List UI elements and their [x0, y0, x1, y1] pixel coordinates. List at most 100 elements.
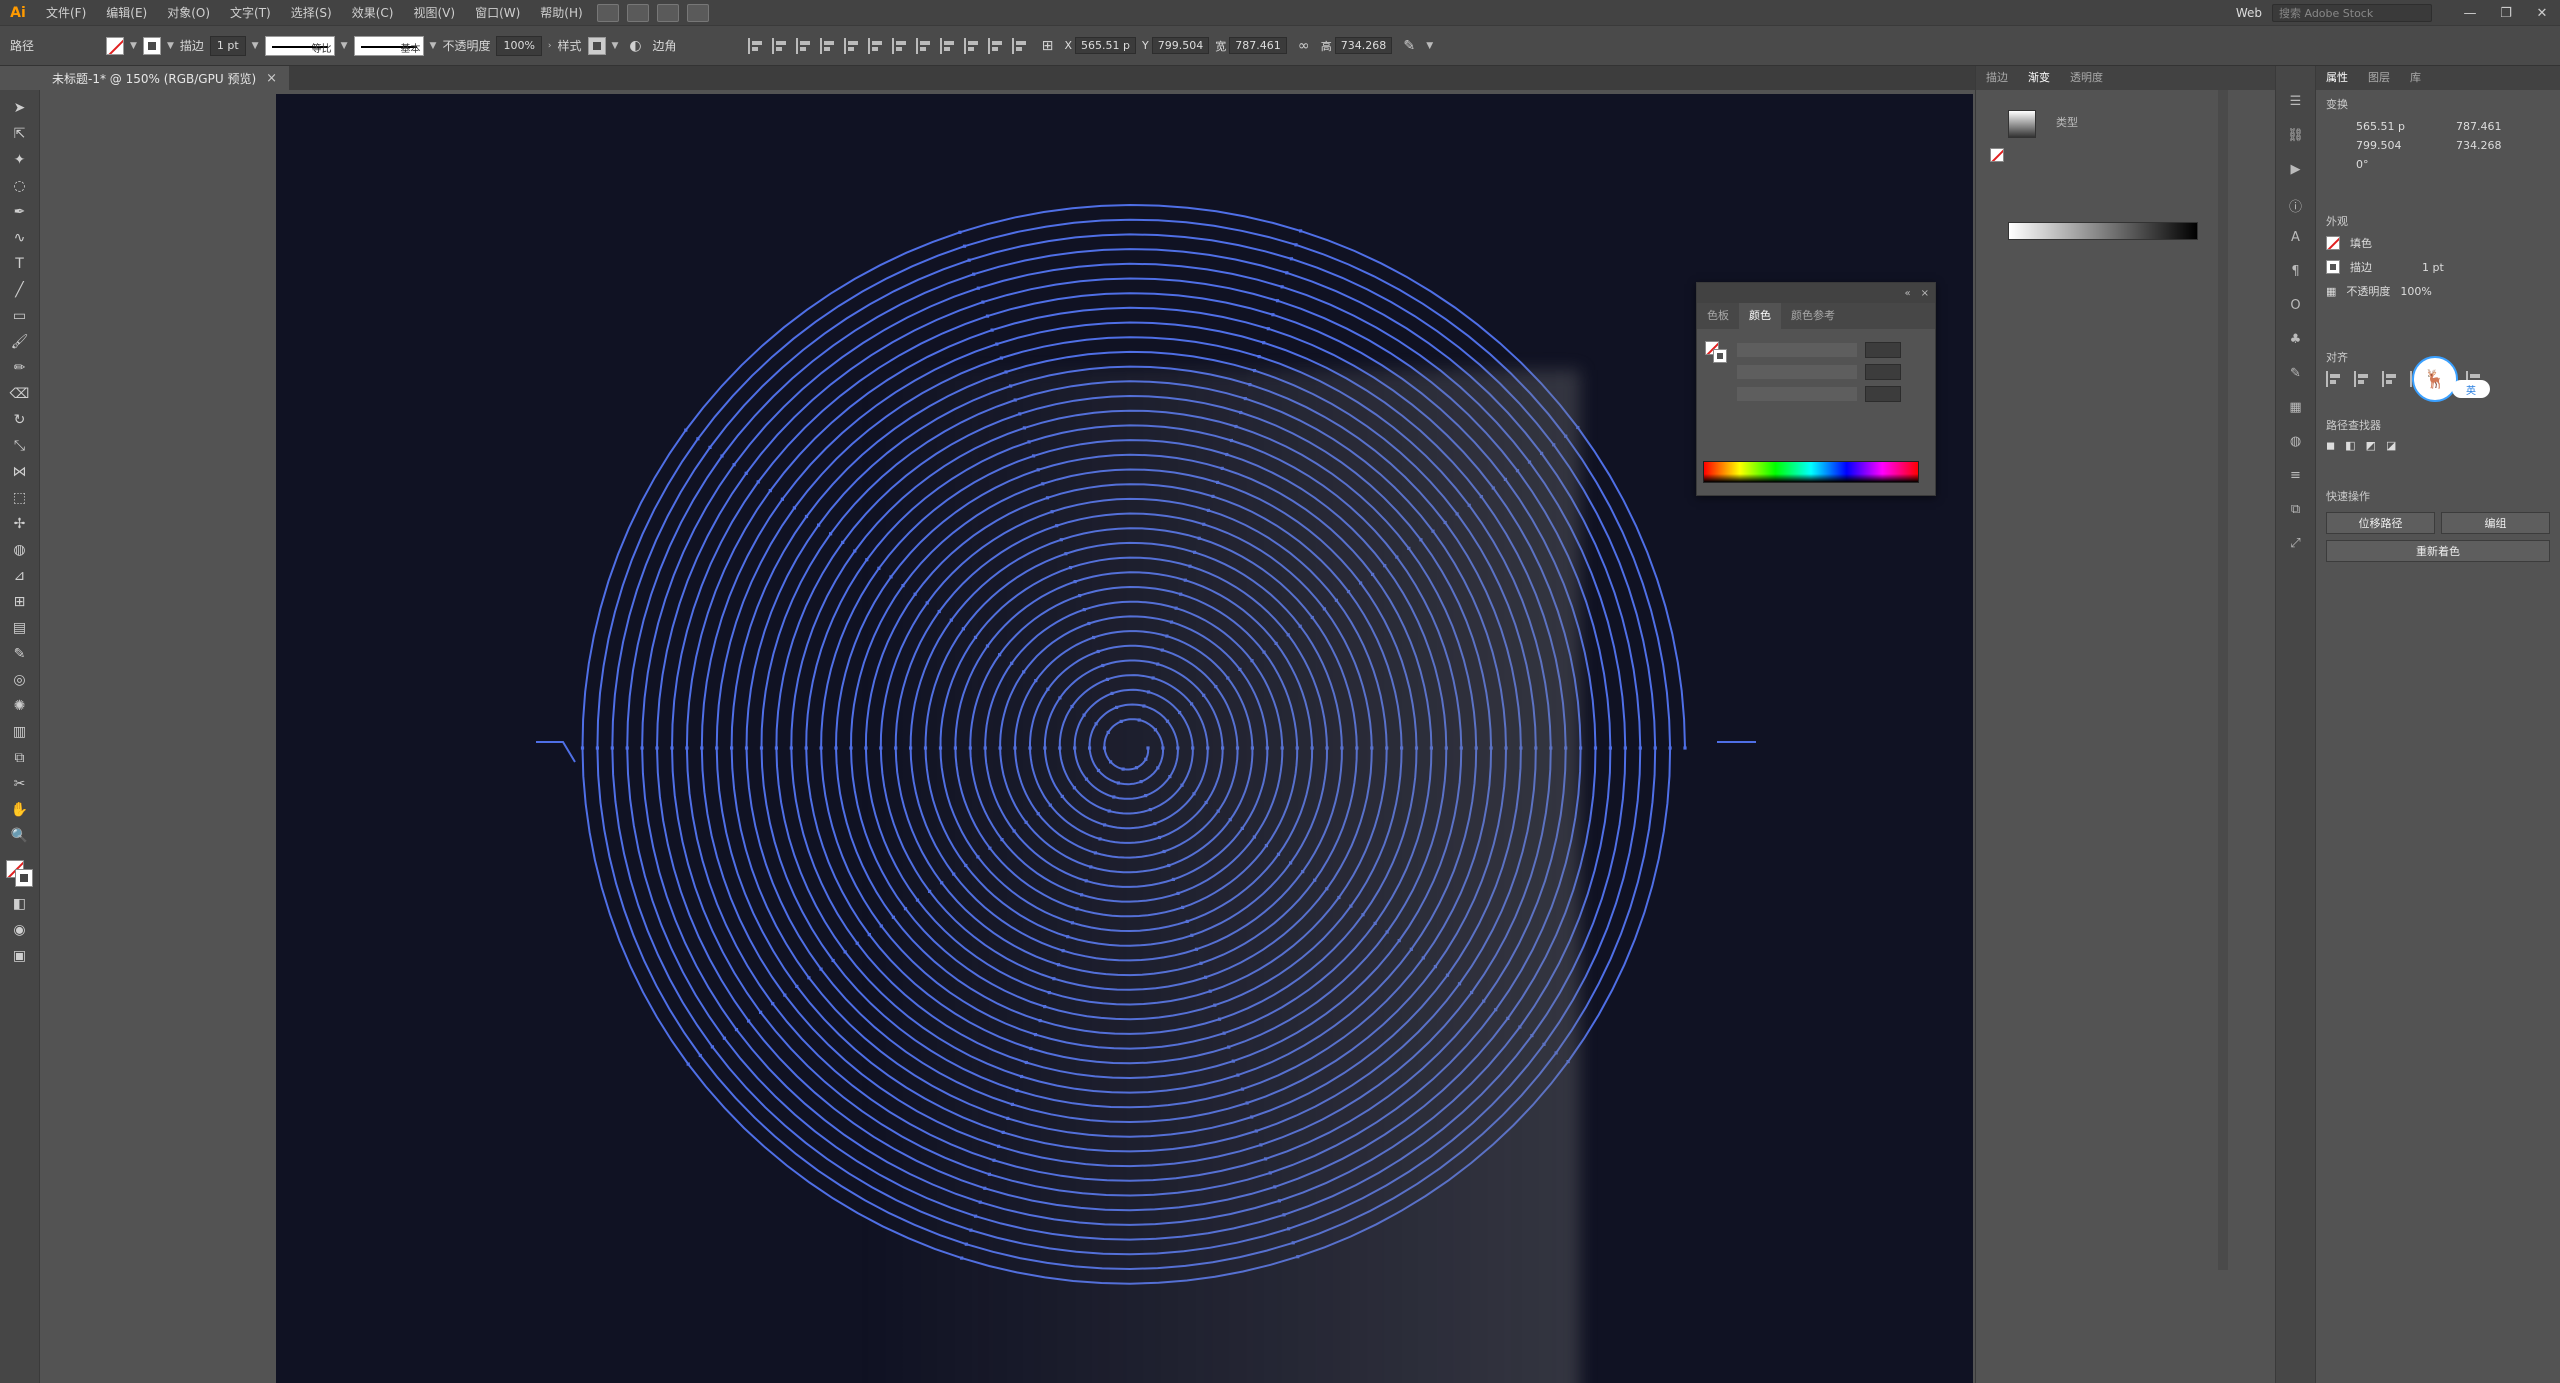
color-stroke-swatch[interactable] [1713, 349, 1727, 363]
blend-tool-icon[interactable]: ◎ [9, 670, 31, 690]
perspective-grid-tool-icon[interactable]: ⊿ [9, 566, 31, 586]
actions-icon[interactable]: ▶ [2287, 162, 2305, 180]
canvas-area[interactable] [40, 90, 1975, 1383]
stroke-swatch[interactable] [142, 36, 161, 55]
x-input[interactable]: 565.51 p [1075, 37, 1136, 54]
fill-stroke-control[interactable] [5, 860, 34, 888]
appearance-icon[interactable]: ◍ [2287, 434, 2305, 452]
slice-tool-icon[interactable]: ✂ [9, 774, 31, 794]
gradient-type-label[interactable]: 类型 [2056, 114, 2078, 130]
type-tool-icon[interactable]: T [9, 254, 31, 274]
menu-edit[interactable]: 编辑(E) [96, 0, 157, 26]
symbols-icon[interactable]: ♣ [2287, 332, 2305, 350]
column-graph-tool-icon[interactable]: ▥ [9, 722, 31, 742]
distribute-bottom-icon[interactable] [940, 37, 958, 54]
prop-angle-value[interactable]: 0° [2356, 158, 2446, 171]
prop-stroke-swatch[interactable] [2326, 260, 2340, 274]
color-slider[interactable] [1737, 343, 1857, 357]
pen-tool-icon[interactable]: ✒ [9, 202, 31, 222]
eraser-tool-icon[interactable]: ⌫ [9, 384, 31, 404]
reference-point-icon[interactable]: ⊞ [1036, 36, 1058, 56]
distribute-vcenter-icon[interactable] [916, 37, 934, 54]
color-panel[interactable]: « × 色板 颜色 颜色参考 [1696, 282, 1936, 496]
menu-object[interactable]: 对象(O) [157, 0, 220, 26]
arrange-documents-icon[interactable] [656, 3, 679, 22]
minus-front-icon[interactable]: ◧ [2345, 439, 2355, 452]
distribute-left-icon[interactable] [964, 37, 982, 54]
color-value-input[interactable] [1865, 364, 1901, 380]
shape-builder-tool-icon[interactable]: ◍ [9, 540, 31, 560]
opentype-icon[interactable]: O [2287, 298, 2305, 316]
tab-color-guide[interactable]: 颜色参考 [1781, 303, 1845, 329]
collapse-icon[interactable]: « [1904, 288, 1910, 299]
rotate-tool-icon[interactable]: ↻ [9, 410, 31, 430]
prop-opacity-value[interactable]: 100% [2400, 285, 2431, 298]
links-icon[interactable]: ⛓ [2287, 128, 2305, 146]
character-icon[interactable]: A [2287, 230, 2305, 248]
menu-help[interactable]: 帮助(H) [530, 0, 592, 26]
magic-wand-tool-icon[interactable]: ✦ [9, 150, 31, 170]
color-value-input[interactable] [1865, 342, 1901, 358]
opacity-label[interactable]: 不透明度 [442, 37, 490, 54]
chevron-down-icon[interactable]: ▼ [167, 41, 174, 51]
prop-align-right-icon[interactable] [2382, 371, 2400, 387]
close-panel-icon[interactable]: × [1921, 288, 1929, 299]
tab-color[interactable]: 颜色 [1739, 303, 1781, 329]
stroke-label[interactable]: 描边 [180, 37, 204, 54]
tab-transparency[interactable]: 透明度 [2060, 66, 2113, 90]
paragraph-icon[interactable]: ¶ [2287, 264, 2305, 282]
artboards-icon[interactable]: ⧉ [2287, 502, 2305, 520]
height-input[interactable]: 734.268 [1334, 37, 1393, 54]
symbol-sprayer-tool-icon[interactable]: ✺ [9, 696, 31, 716]
menu-type[interactable]: 文字(T) [220, 0, 281, 26]
line-tool-icon[interactable]: ╱ [9, 280, 31, 300]
recolor-icon[interactable]: ◐ [624, 36, 646, 56]
selection-tool-icon[interactable]: ➤ [9, 98, 31, 118]
drawing-mode-icon[interactable]: ◉ [9, 920, 31, 940]
puppet-warp-tool-icon[interactable]: ✢ [9, 514, 31, 534]
opacity-row[interactable]: ▦ 不透明度 100% [2316, 279, 2560, 303]
document-tab[interactable]: 未标题-1* @ 150% (RGB/GPU 预览) × [40, 66, 290, 90]
width-tool-icon[interactable]: ⋈ [9, 462, 31, 482]
menu-effect[interactable]: 效果(C) [342, 0, 404, 26]
prop-fill-swatch[interactable] [2326, 236, 2340, 250]
align-right-icon[interactable] [796, 37, 814, 54]
color-panel-header[interactable]: « × [1697, 283, 1935, 303]
distribute-top-icon[interactable] [892, 37, 910, 54]
align-vcenter-icon[interactable] [844, 37, 862, 54]
menu-view[interactable]: 视图(V) [403, 0, 465, 26]
lasso-tool-icon[interactable]: ◌ [9, 176, 31, 196]
info-icon[interactable]: ⓘ [2287, 196, 2305, 215]
input-method-avatar[interactable]: 🦌 [2412, 356, 2458, 402]
rectangle-tool-icon[interactable]: ▭ [9, 306, 31, 326]
layers-icon[interactable]: ≡ [2287, 468, 2305, 486]
stroke-indicator[interactable] [14, 869, 33, 887]
curvature-tool-icon[interactable]: ∿ [9, 228, 31, 248]
corner-label[interactable]: 边角 [652, 37, 676, 54]
direct-selection-tool-icon[interactable]: ⇱ [9, 124, 31, 144]
exclude-icon[interactable]: ◪ [2386, 439, 2396, 452]
recolor-button[interactable]: 重新着色 [2326, 540, 2550, 562]
menu-window[interactable]: 窗口(W) [465, 0, 530, 26]
workspace-switcher[interactable]: Web [2226, 6, 2272, 20]
close-tab-icon[interactable]: × [266, 71, 277, 86]
graphic-style-swatch[interactable] [587, 36, 606, 55]
x-coordinate[interactable]: X 565.51 p [1064, 37, 1136, 54]
align-left-icon[interactable] [748, 37, 766, 54]
color-slider[interactable] [1737, 365, 1857, 379]
prop-align-left-icon[interactable] [2326, 371, 2344, 387]
prop-stroke-weight[interactable]: 1 pt [2422, 261, 2444, 274]
color-value-input[interactable] [1865, 386, 1901, 402]
chevron-down-icon[interactable]: ▼ [252, 41, 259, 51]
free-transform-tool-icon[interactable]: ⬚ [9, 488, 31, 508]
prop-h-value[interactable]: 734.268 [2456, 139, 2546, 152]
brush-definition[interactable]: 基本 [353, 35, 424, 56]
tab-properties[interactable]: 属性 [2316, 66, 2358, 90]
stroke-weight-input[interactable]: 1 pt [209, 35, 246, 56]
offset-path-button[interactable]: 位移路径 [2326, 512, 2435, 534]
menu-select[interactable]: 选择(S) [281, 0, 342, 26]
paintbrush-tool-icon[interactable]: 🖌 [9, 332, 31, 352]
screen-mode-icon[interactable]: ▣ [9, 946, 31, 966]
width-input[interactable]: 787.461 [1229, 37, 1287, 54]
color-fill-stroke-control[interactable] [1705, 341, 1731, 367]
